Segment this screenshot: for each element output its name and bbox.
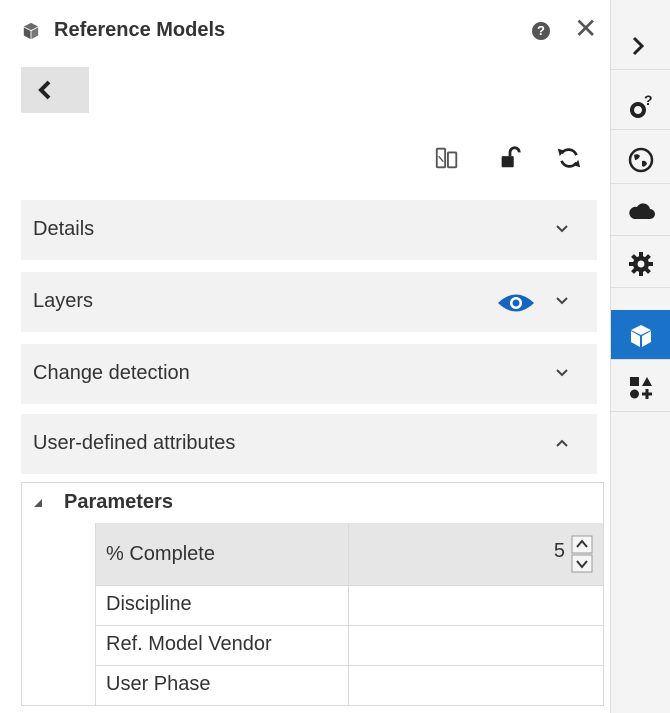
cloud-icon [629,203,655,219]
section-details[interactable]: Details [21,200,597,260]
chevron-down-icon[interactable] [555,224,569,234]
column-divider [348,665,349,705]
cube-icon [631,325,651,347]
section-layers[interactable]: Layers [21,272,597,332]
section-change-detection[interactable]: Change detection [21,344,597,404]
section-label: User-defined attributes [33,432,236,454]
chevron-right-icon [632,36,645,56]
parameters-grid: Parameters % Complete 5 Discipline Ref. … [21,482,604,706]
back-button[interactable] [21,67,89,113]
gear-icon [629,252,653,276]
row-gutter [22,523,96,705]
settings-help-icon: ? [630,93,653,118]
rail-globe[interactable] [611,134,670,184]
column-divider [348,625,349,665]
property-name: % Complete [106,543,215,565]
table-row[interactable]: User Phase [96,665,603,705]
help-icon[interactable]: ? [532,22,550,40]
rail-settings[interactable] [611,238,670,288]
group-label: Parameters [64,491,173,513]
column-divider [348,585,349,625]
rail-cloud[interactable] [611,186,670,236]
cube-icon [23,22,39,40]
chevron-down-icon[interactable] [555,368,569,378]
collapse-triangle-icon[interactable] [32,497,44,509]
unlock-icon[interactable] [497,145,523,171]
section-label: Change detection [33,362,190,384]
chevron-down-icon[interactable] [555,296,569,306]
shapes-add-icon [630,377,652,399]
rail-collapse-button[interactable] [611,14,670,70]
rail-settings-help[interactable]: ? [611,80,670,130]
eye-icon[interactable] [497,292,535,314]
section-label: Layers [33,290,94,312]
number-stepper[interactable] [571,535,593,573]
property-name: User Phase [106,673,211,695]
close-icon[interactable]: ✕ [574,14,597,44]
globe-icon [628,147,654,173]
table-row[interactable]: % Complete 5 [96,523,603,586]
rail-reference-models[interactable] [611,310,670,360]
table-row[interactable]: Discipline [96,585,603,626]
parameters-group-header[interactable]: Parameters [22,483,603,524]
panel-header: Reference Models ? ✕ [0,8,610,54]
property-name: Ref. Model Vendor [106,633,272,655]
panel-title: Reference Models [54,19,226,41]
column-divider [348,523,349,585]
property-name: Discipline [106,593,192,615]
property-value: 5 [553,540,565,562]
table-row[interactable]: Ref. Model Vendor [96,625,603,666]
section-label: Details [33,218,95,240]
right-rail: ? [610,0,670,713]
reference-models-panel: Reference Models ? ✕ Details Layers Chan… [0,0,610,713]
section-user-defined-attributes[interactable]: User-defined attributes [21,414,597,474]
clip-models-icon[interactable] [434,145,460,171]
svg-text:?: ? [644,93,653,108]
rail-add-shapes[interactable] [611,362,670,412]
chevron-up-icon[interactable] [555,438,569,448]
chevron-left-icon [38,80,51,100]
refresh-icon[interactable] [556,145,582,171]
